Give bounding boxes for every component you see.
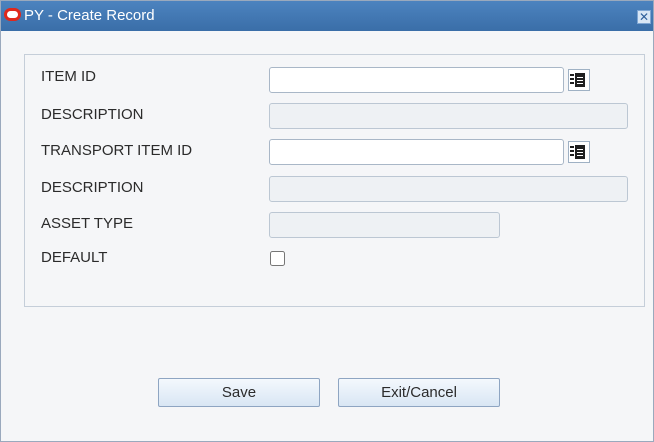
transport-item-id-input[interactable]	[269, 139, 564, 165]
transport-description-field	[269, 176, 628, 202]
item-description-field	[269, 103, 628, 129]
item-id-input[interactable]	[269, 67, 564, 93]
exit-cancel-button[interactable]: Exit/Cancel	[338, 378, 500, 407]
default-checkbox[interactable]	[270, 251, 285, 266]
asset-type-field	[269, 212, 500, 238]
transport-item-id-label: TRANSPORT ITEM ID	[41, 142, 193, 159]
transport-description-label: DESCRIPTION	[41, 179, 144, 196]
save-button[interactable]: Save	[158, 378, 320, 407]
title-bar: PY - Create Record ✕	[1, 1, 653, 31]
create-record-window: PY - Create Record ✕ ITEM ID DESCRIPTION…	[0, 0, 654, 442]
item-id-lov-icon[interactable]	[568, 69, 590, 91]
item-id-label: ITEM ID	[41, 68, 96, 85]
window-title: PY - Create Record	[24, 7, 155, 24]
close-icon[interactable]: ✕	[637, 10, 651, 24]
asset-type-label: ASSET TYPE	[41, 215, 133, 232]
oracle-logo-icon	[4, 8, 21, 21]
item-description-label: DESCRIPTION	[41, 106, 144, 123]
default-label: DEFAULT	[41, 249, 108, 266]
transport-item-id-lov-icon[interactable]	[568, 141, 590, 163]
